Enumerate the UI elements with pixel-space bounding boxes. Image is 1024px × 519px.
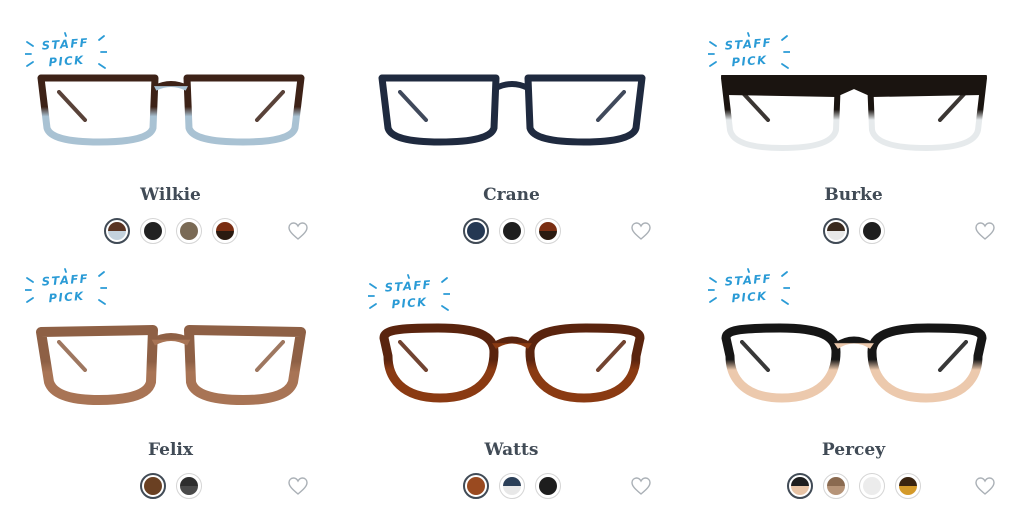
swatch-color [827, 477, 845, 495]
swatch-color [503, 222, 521, 240]
heart-icon[interactable] [631, 477, 651, 495]
heart-icon[interactable] [975, 477, 995, 495]
glasses-image[interactable] [36, 322, 306, 405]
product-card[interactable]: STAFF PICK Burke [683, 0, 1024, 259]
product-card[interactable]: STAFF PICK Felix [0, 260, 341, 519]
swatch-color [863, 477, 881, 495]
staff-pick-badge: STAFF PICK [708, 32, 790, 74]
staff-pick-badge: STAFF PICK [708, 268, 790, 310]
staff-pick-line2: PICK [48, 288, 86, 306]
swatch-color [144, 477, 162, 495]
color-swatches [140, 473, 202, 499]
glasses-image[interactable] [37, 72, 305, 152]
product-name[interactable]: Crane [341, 185, 682, 205]
color-swatch[interactable] [104, 218, 130, 244]
product-card[interactable]: STAFF PICK Percey [683, 260, 1024, 519]
product-card[interactable]: STAFF PICK Wilkie [0, 0, 341, 259]
swatch-color [539, 477, 557, 495]
swatch-color [503, 477, 521, 495]
color-swatches [823, 218, 885, 244]
color-swatch[interactable] [535, 473, 561, 499]
heart-icon[interactable] [631, 222, 651, 240]
staff-pick-badge: STAFF PICK [25, 32, 107, 74]
swatch-color [899, 477, 917, 495]
color-swatch[interactable] [212, 218, 238, 244]
staff-pick-line2: PICK [48, 52, 86, 70]
color-swatch[interactable] [176, 218, 202, 244]
staff-pick-badge: STAFF PICK [368, 274, 450, 316]
color-swatch[interactable] [463, 473, 489, 499]
swatch-color [144, 222, 162, 240]
color-swatch[interactable] [499, 218, 525, 244]
swatch-color [863, 222, 881, 240]
heart-icon[interactable] [288, 477, 308, 495]
color-swatches [787, 473, 921, 499]
staff-pick-badge: STAFF PICK [25, 268, 107, 310]
color-swatch[interactable] [140, 473, 166, 499]
color-swatch[interactable] [895, 473, 921, 499]
product-card[interactable]: Crane [341, 0, 682, 259]
product-name[interactable]: Felix [0, 440, 341, 460]
staff-pick-line2: PICK [391, 294, 429, 312]
color-swatches [463, 218, 561, 244]
swatch-color [180, 477, 198, 495]
color-swatches [104, 218, 238, 244]
product-card[interactable]: STAFF PICK Watts [341, 260, 682, 519]
product-name[interactable]: Watts [341, 440, 682, 460]
color-swatch[interactable] [859, 218, 885, 244]
swatch-color [108, 222, 126, 240]
glasses-image[interactable] [720, 322, 988, 403]
swatch-color [467, 222, 485, 240]
glasses-image[interactable] [378, 322, 646, 403]
staff-pick-line2: PICK [731, 288, 769, 306]
heart-icon[interactable] [975, 222, 995, 240]
swatch-color [539, 222, 557, 240]
swatch-color [180, 222, 198, 240]
color-swatch[interactable] [823, 473, 849, 499]
color-swatch[interactable] [140, 218, 166, 244]
color-swatch[interactable] [176, 473, 202, 499]
color-swatch[interactable] [859, 473, 885, 499]
color-swatch[interactable] [787, 473, 813, 499]
color-swatch[interactable] [499, 473, 525, 499]
product-grid: STAFF PICK Wilkie Crane STAFF PICK Burke STAFF P… [0, 0, 1024, 519]
heart-icon[interactable] [288, 222, 308, 240]
color-swatch[interactable] [535, 218, 561, 244]
color-swatches [463, 473, 561, 499]
swatch-color [216, 222, 234, 240]
product-name[interactable]: Burke [683, 185, 1024, 205]
swatch-color [791, 477, 809, 495]
swatch-color [467, 477, 485, 495]
staff-pick-line2: PICK [731, 52, 769, 70]
swatch-color [827, 222, 845, 240]
product-name[interactable]: Percey [683, 440, 1024, 460]
product-name[interactable]: Wilkie [0, 185, 341, 205]
glasses-image[interactable] [378, 72, 646, 152]
glasses-image[interactable] [720, 72, 988, 152]
color-swatch[interactable] [463, 218, 489, 244]
color-swatch[interactable] [823, 218, 849, 244]
